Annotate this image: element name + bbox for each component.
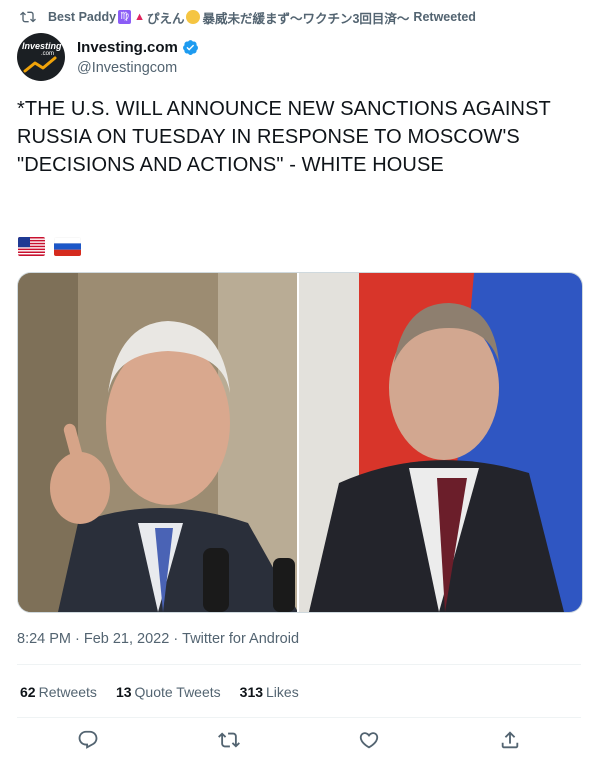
quotes-count: 13 [115, 684, 132, 700]
likes-label: Likes [266, 684, 299, 700]
retweeter-name-part2[interactable]: ぴえん [147, 8, 185, 26]
quotes-label: Quote Tweets [134, 684, 221, 700]
flag-emojis [18, 237, 81, 256]
retweets-stat[interactable]: 62 Retweets [20, 684, 97, 700]
reply-button[interactable] [76, 728, 100, 752]
photo-left[interactable] [18, 273, 297, 612]
virgo-emoji-icon: ♍ [118, 10, 132, 24]
retweets-count: 62 [20, 684, 36, 700]
russia-flag-icon [54, 237, 81, 256]
retweet-button[interactable] [217, 728, 241, 752]
likes-count: 313 [239, 684, 264, 700]
retweet-icon [218, 732, 240, 748]
tweet-stats: 62 Retweets 13 Quote Tweets 313 Likes [20, 684, 318, 700]
relieved-face-emoji-icon [186, 10, 201, 24]
avatar[interactable]: Investing .com [17, 33, 65, 81]
tweet-author-header: Investing .com Investing.com @Investingc… [17, 33, 199, 81]
retweeter-name-part3[interactable]: 暴威未だ緩まず〜ワクチン3回目済〜 [202, 8, 409, 26]
red-triangle-icon: ▲ [134, 11, 145, 23]
retweet-icon [20, 11, 36, 23]
like-button[interactable] [357, 728, 381, 752]
avatar-logo-text: Investing [22, 41, 62, 51]
likes-stat[interactable]: 313 Likes [240, 684, 299, 700]
author-display-name[interactable]: Investing.com [77, 39, 178, 56]
retweeted-by-line: Best Paddy ♍ ▲ ぴえん 暴威未だ緩まず〜ワクチン3回目済〜 Ret… [20, 8, 588, 26]
verified-badge-icon [182, 39, 198, 55]
tweet-meta: 8:24 PM · Feb 21, 2022 · Twitter for Android [17, 631, 300, 647]
retweets-label: Retweets [38, 684, 97, 700]
tweet-text: *THE U.S. WILL ANNOUNCE NEW SANCTIONS AG… [17, 98, 551, 176]
tweet-time[interactable]: 8:24 PM [17, 631, 71, 647]
author-handle[interactable]: @Investingcom [77, 60, 199, 76]
photo-right[interactable] [297, 273, 582, 612]
reply-icon [78, 730, 98, 749]
chart-line-icon [23, 56, 57, 73]
tweet-date[interactable]: Feb 21, 2022 [84, 631, 169, 647]
quote-tweets-stat[interactable]: 13 Quote Tweets [116, 684, 221, 700]
photo-right-illustration [299, 273, 582, 612]
retweeted-label: Retweeted [413, 10, 476, 24]
share-button[interactable] [498, 728, 522, 752]
divider [17, 664, 581, 665]
us-flag-icon [18, 237, 45, 256]
photo-left-illustration [18, 273, 297, 612]
tweet-actions [0, 728, 598, 756]
retweeter-name[interactable]: Best Paddy [48, 10, 116, 24]
tweet-media[interactable] [17, 272, 583, 613]
divider [17, 717, 581, 718]
heart-icon [359, 732, 379, 749]
tweet-source[interactable]: Twitter for Android [182, 631, 299, 647]
share-icon [501, 731, 519, 749]
